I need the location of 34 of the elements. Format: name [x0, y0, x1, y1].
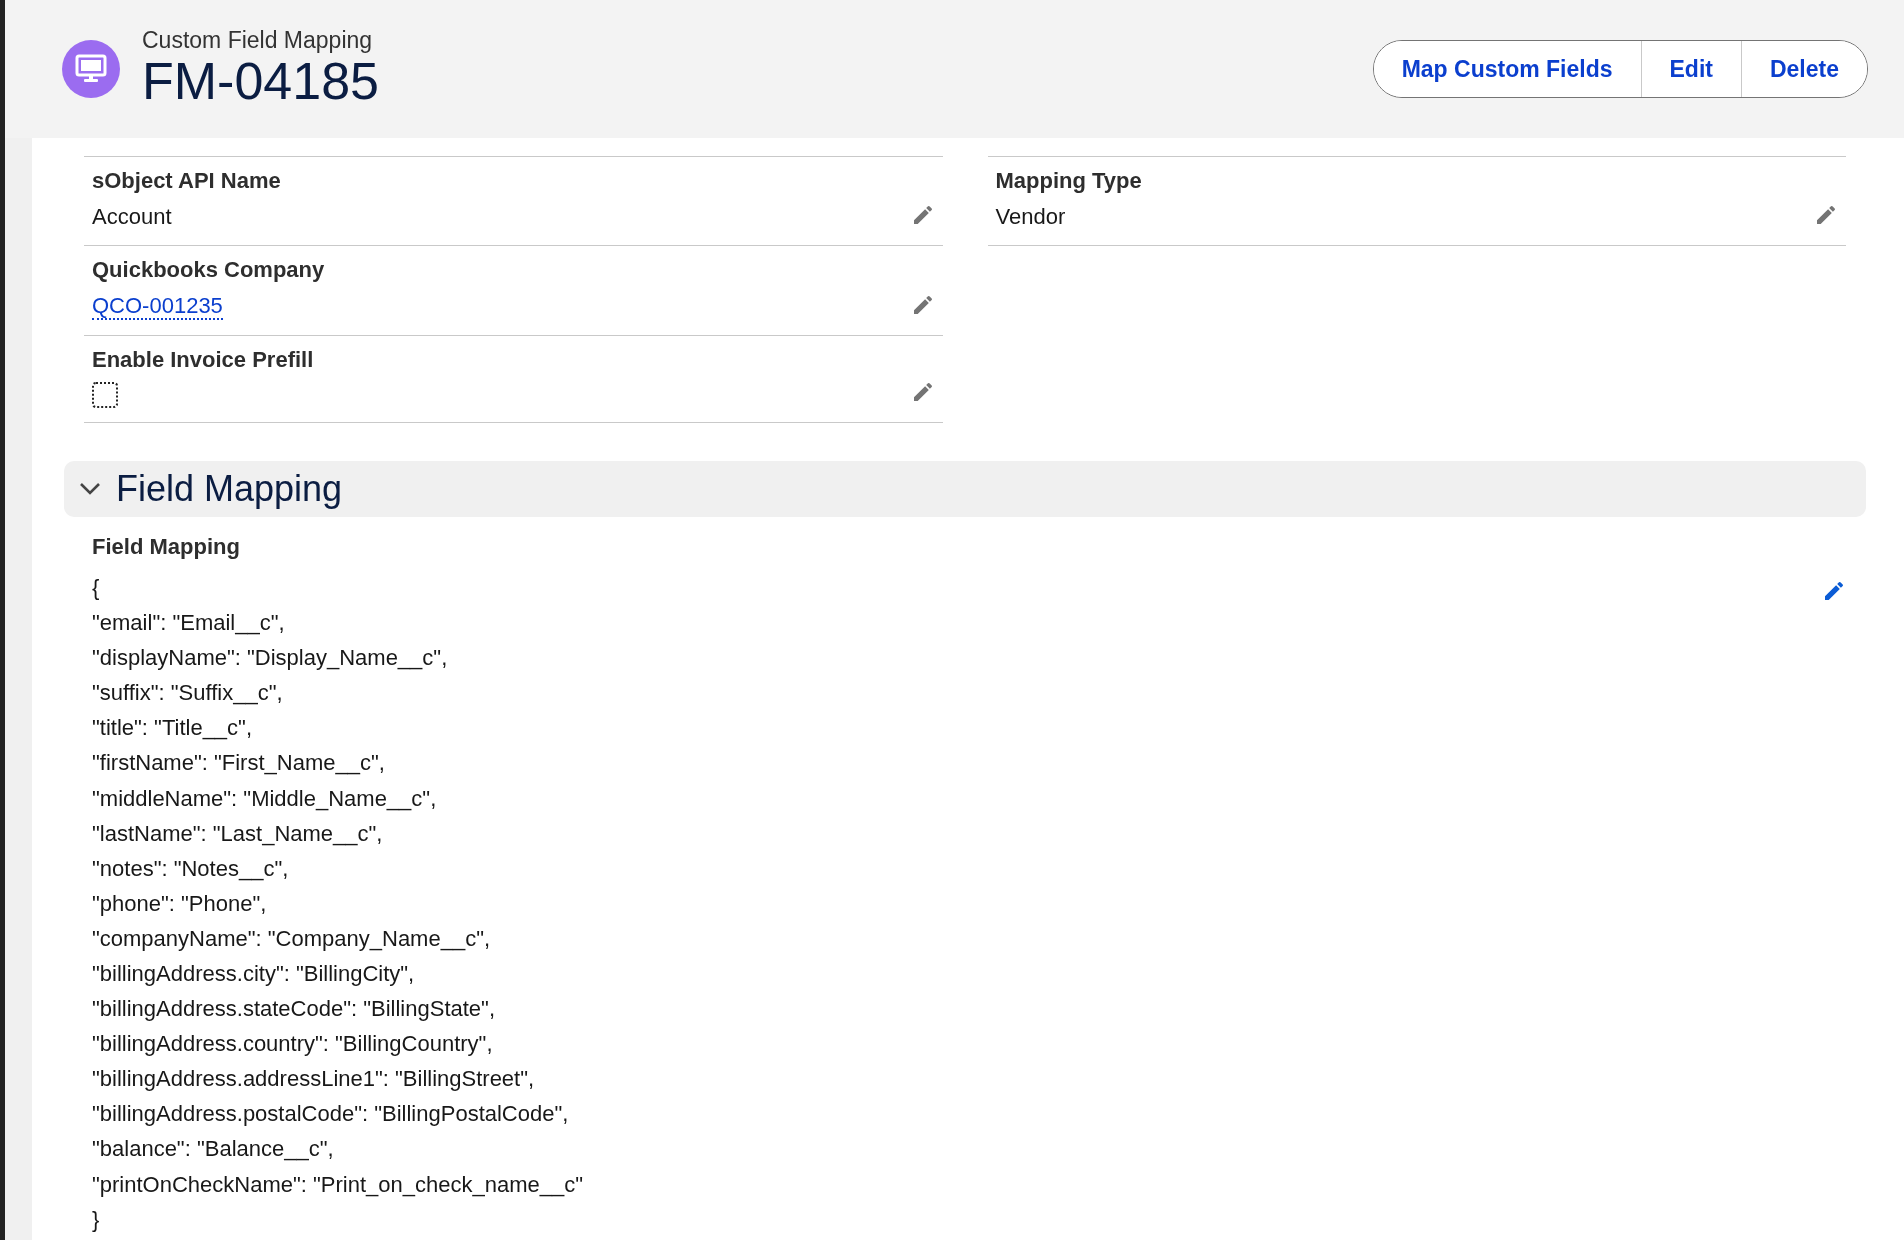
checkbox[interactable]: [92, 382, 118, 409]
code-line: "notes": "Notes__c",: [92, 854, 290, 883]
field-value: Vendor: [995, 203, 1066, 229]
code-line: "printOnCheckName": "Print_on_check_name__c": [92, 1170, 585, 1199]
record-title: FM-04185: [142, 53, 379, 111]
record-link[interactable]: QCO-001235: [92, 293, 223, 320]
object-type-label: Custom Field Mapping: [142, 27, 374, 54]
action-button[interactable]: Delete: [1740, 41, 1867, 97]
code-line: "billingAddress.addressLine1": "BillingStreet",: [92, 1065, 536, 1094]
code-line: "companyName": "Company_Name__c",: [92, 924, 492, 953]
field-label: Quickbooks Company: [92, 256, 326, 285]
code-line: "firstName": "First_Name__c",: [92, 749, 386, 778]
code-line: "billingAddress.city": "BillingCity",: [92, 960, 416, 988]
code-line: "title": "Title__c",: [92, 714, 254, 743]
section-title: Field Mapping: [116, 467, 343, 512]
field-label: sObject API Name: [92, 167, 282, 195]
code-line: "lastName": "Last_Name__c",: [92, 819, 384, 848]
field-value: Account: [92, 203, 172, 229]
code-line: "suffix": "Suffix__c",: [92, 679, 284, 708]
field-label: Mapping Type: [995, 167, 1143, 195]
monitor-icon: [62, 40, 120, 98]
code-line: "phone": "Phone",: [92, 889, 268, 918]
code-line: "email": "Email__c",: [92, 609, 286, 638]
code-line: "billingAddress.postalCode": "BillingPostalCode",: [92, 1100, 570, 1129]
code-line: "middleName": "Middle_Name__c",: [92, 784, 438, 813]
field-label: Field Mapping: [92, 533, 241, 562]
code-line: "displayName": "Display_Name__c",: [92, 644, 449, 673]
field-label: Enable Invoice Prefill: [92, 345, 315, 374]
section-header[interactable]: Field Mapping: [64, 461, 1866, 518]
code-line: "billingAddress.country": "BillingCountry",: [92, 1030, 494, 1059]
code-line: }: [92, 1205, 101, 1234]
code-line: "balance": "Balance__c",: [92, 1135, 335, 1164]
code-line: "billingAddress.stateCode": "BillingState",: [92, 995, 496, 1024]
code-line: {: [92, 573, 101, 602]
